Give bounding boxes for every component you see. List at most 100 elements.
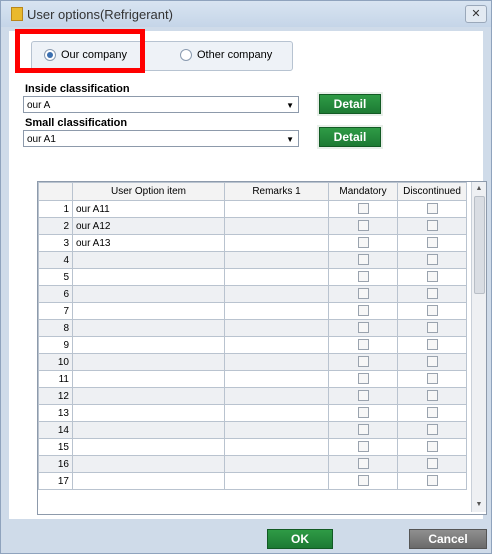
small-classification-select[interactable]: our A1 ▼ — [23, 130, 299, 147]
user-option-item-cell[interactable] — [72, 251, 225, 269]
mandatory-checkbox[interactable] — [357, 424, 369, 436]
user-option-item-cell[interactable] — [72, 336, 225, 354]
table-row[interactable]: 3 our A13 — [38, 234, 467, 252]
discontinued-checkbox[interactable] — [426, 407, 438, 419]
user-option-item-cell[interactable]: our A12 — [72, 217, 225, 235]
discontinued-checkbox[interactable] — [426, 271, 438, 283]
mandatory-checkbox[interactable] — [357, 373, 369, 385]
discontinued-checkbox[interactable] — [426, 424, 438, 436]
remarks-cell[interactable] — [224, 200, 329, 218]
radio-other-company[interactable]: Other company — [180, 49, 272, 61]
discontinued-checkbox[interactable] — [426, 322, 438, 334]
column-header[interactable]: Remarks 1 — [224, 182, 329, 201]
inside-detail-button[interactable]: Detail — [317, 92, 383, 116]
discontinued-checkbox[interactable] — [426, 475, 438, 487]
mandatory-checkbox[interactable] — [357, 237, 369, 249]
table-row[interactable]: 6 — [38, 285, 467, 303]
discontinued-checkbox[interactable] — [426, 356, 438, 368]
mandatory-checkbox[interactable] — [357, 220, 369, 232]
discontinued-checkbox[interactable] — [426, 220, 438, 232]
scrollbar-thumb[interactable] — [474, 196, 485, 294]
discontinued-checkbox[interactable] — [426, 288, 438, 300]
discontinued-checkbox[interactable] — [426, 441, 438, 453]
remarks-cell[interactable] — [224, 455, 329, 473]
table-row[interactable]: 13 — [38, 404, 467, 422]
table-row[interactable]: 4 — [38, 251, 467, 269]
discontinued-checkbox[interactable] — [426, 305, 438, 317]
remarks-cell[interactable] — [224, 285, 329, 303]
mandatory-checkbox[interactable] — [357, 339, 369, 351]
table-row[interactable]: 8 — [38, 319, 467, 337]
table-row[interactable]: 17 — [38, 472, 467, 490]
user-option-item-cell[interactable] — [72, 455, 225, 473]
column-header[interactable]: Discontinued — [397, 182, 467, 201]
mandatory-checkbox[interactable] — [357, 203, 369, 215]
user-option-item-cell[interactable] — [72, 404, 225, 422]
table-row[interactable]: 14 — [38, 421, 467, 439]
user-option-item-cell[interactable] — [72, 302, 225, 320]
remarks-cell[interactable] — [224, 421, 329, 439]
discontinued-checkbox[interactable] — [426, 203, 438, 215]
remarks-cell[interactable] — [224, 353, 329, 371]
vertical-scrollbar[interactable]: ▲ ▼ — [471, 182, 486, 512]
remarks-cell[interactable] — [224, 234, 329, 252]
user-option-item-cell[interactable] — [72, 285, 225, 303]
remarks-cell[interactable] — [224, 370, 329, 388]
user-option-item-cell[interactable]: our A13 — [72, 234, 225, 252]
table-row[interactable]: 7 — [38, 302, 467, 320]
mandatory-checkbox[interactable] — [357, 271, 369, 283]
remarks-cell[interactable] — [224, 217, 329, 235]
remarks-cell[interactable] — [224, 438, 329, 456]
close-button[interactable]: ✕ — [465, 5, 487, 23]
discontinued-checkbox[interactable] — [426, 339, 438, 351]
mandatory-checkbox[interactable] — [357, 407, 369, 419]
mandatory-checkbox[interactable] — [357, 288, 369, 300]
scroll-up-icon[interactable]: ▲ — [472, 182, 486, 196]
remarks-cell[interactable] — [224, 319, 329, 337]
user-option-item-cell[interactable] — [72, 472, 225, 490]
user-option-item-cell[interactable]: our A11 — [72, 200, 225, 218]
user-option-item-cell[interactable] — [72, 353, 225, 371]
discontinued-checkbox[interactable] — [426, 237, 438, 249]
inside-classification-select[interactable]: our A ▼ — [23, 96, 299, 113]
small-detail-button[interactable]: Detail — [317, 125, 383, 149]
mandatory-checkbox[interactable] — [357, 390, 369, 402]
mandatory-checkbox[interactable] — [357, 356, 369, 368]
remarks-cell[interactable] — [224, 387, 329, 405]
table-row[interactable]: 15 — [38, 438, 467, 456]
discontinued-checkbox[interactable] — [426, 390, 438, 402]
table-row[interactable]: 2 our A12 — [38, 217, 467, 235]
column-header[interactable]: Mandatory — [328, 182, 398, 201]
remarks-cell[interactable] — [224, 251, 329, 269]
column-header[interactable]: User Option item — [72, 182, 225, 201]
discontinued-checkbox[interactable] — [426, 254, 438, 266]
remarks-cell[interactable] — [224, 404, 329, 422]
user-option-item-cell[interactable] — [72, 438, 225, 456]
user-option-item-cell[interactable] — [72, 319, 225, 337]
ok-button[interactable]: OK — [267, 529, 333, 549]
mandatory-checkbox[interactable] — [357, 441, 369, 453]
cancel-button[interactable]: Cancel — [409, 529, 487, 549]
remarks-cell[interactable] — [224, 472, 329, 490]
mandatory-checkbox[interactable] — [357, 322, 369, 334]
mandatory-checkbox[interactable] — [357, 254, 369, 266]
table-row[interactable]: 11 — [38, 370, 467, 388]
user-option-item-cell[interactable] — [72, 268, 225, 286]
discontinued-checkbox[interactable] — [426, 373, 438, 385]
table-row[interactable]: 5 — [38, 268, 467, 286]
title-bar[interactable]: User options(Refrigerant) ✕ — [1, 1, 491, 27]
mandatory-checkbox[interactable] — [357, 475, 369, 487]
table-row[interactable]: 9 — [38, 336, 467, 354]
scroll-down-icon[interactable]: ▼ — [472, 498, 486, 512]
remarks-cell[interactable] — [224, 268, 329, 286]
table-row[interactable]: 12 — [38, 387, 467, 405]
discontinued-checkbox[interactable] — [426, 458, 438, 470]
mandatory-checkbox[interactable] — [357, 458, 369, 470]
user-option-item-cell[interactable] — [72, 387, 225, 405]
user-option-item-cell[interactable] — [72, 370, 225, 388]
user-option-item-cell[interactable] — [72, 421, 225, 439]
table-row[interactable]: 10 — [38, 353, 467, 371]
remarks-cell[interactable] — [224, 302, 329, 320]
mandatory-checkbox[interactable] — [357, 305, 369, 317]
table-row[interactable]: 1 our A11 — [38, 200, 467, 218]
